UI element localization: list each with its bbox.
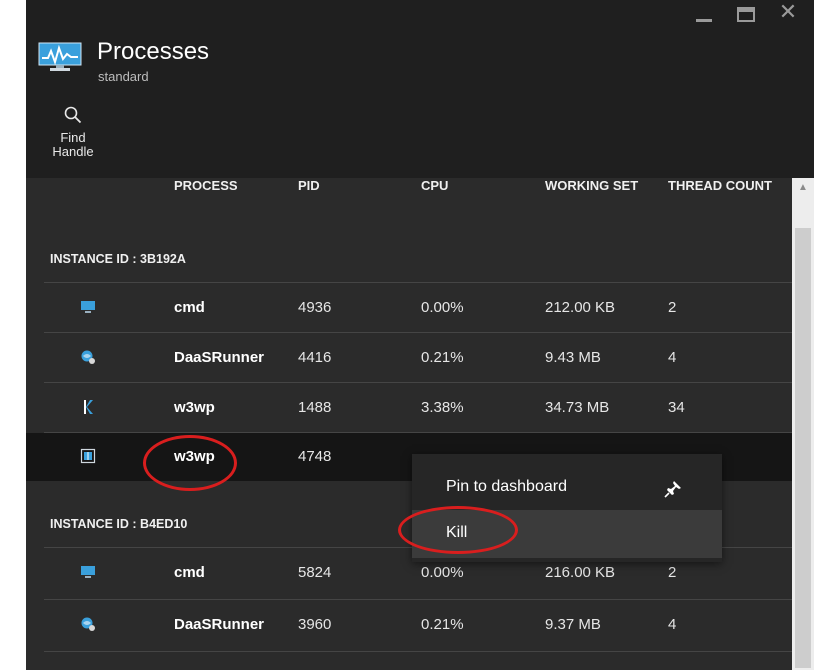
row-divider xyxy=(44,651,792,652)
blade-title: Processes xyxy=(97,38,210,65)
pid: 3960 xyxy=(298,616,332,633)
find-handle-button[interactable]: Find Handle xyxy=(48,106,98,159)
table-row[interactable]: cmd 4936 0.00% 212.00 KB 2 xyxy=(26,284,792,332)
row-divider xyxy=(44,332,792,333)
find-handle-label-line1: Find xyxy=(60,130,86,145)
working-set: 34.73 MB xyxy=(545,399,610,416)
cpu: 0.00% xyxy=(421,564,464,581)
vertical-scrollbar[interactable]: ▲ xyxy=(792,178,814,670)
scroll-thumb[interactable] xyxy=(795,228,811,668)
process-name: w3wp xyxy=(174,399,215,416)
blade-header: ✕ Processes standard Find Handle xyxy=(26,0,814,178)
w3wp-icon xyxy=(80,448,96,464)
process-name: cmd xyxy=(174,564,205,581)
daas-runner-icon xyxy=(81,617,95,631)
cpu: 0.00% xyxy=(421,299,464,316)
column-header-pid[interactable]: PID xyxy=(298,178,320,198)
working-set: 212.00 KB xyxy=(545,299,616,316)
working-set: 9.43 MB xyxy=(545,349,601,366)
thread-count: 2 xyxy=(668,299,677,316)
column-header-process[interactable]: PROCESS xyxy=(174,178,238,198)
thread-count: 34 xyxy=(668,399,685,416)
menu-item-pin-to-dashboard[interactable]: Pin to dashboard xyxy=(412,464,722,512)
pid: 4748 xyxy=(298,448,332,465)
maximize-icon[interactable] xyxy=(736,4,756,24)
column-header-cpu[interactable]: CPU xyxy=(421,178,448,198)
group-header-instance-2: INSTANCE ID : B4ED10 xyxy=(50,517,188,531)
annotation-ellipse xyxy=(143,435,237,491)
search-icon xyxy=(64,106,82,124)
group-header-instance-1: INSTANCE ID : 3B192A xyxy=(50,252,186,266)
table-row[interactable]: DaaSRunner 4416 0.21% 9.43 MB 4 xyxy=(26,334,792,382)
cpu: 0.21% xyxy=(421,616,464,633)
monitor-chart-icon xyxy=(38,42,82,77)
process-name: DaaSRunner xyxy=(174,616,265,633)
pid: 1488 xyxy=(298,399,332,416)
process-name: cmd xyxy=(174,299,205,316)
blade-subtitle: standard xyxy=(98,69,149,84)
daas-runner-icon xyxy=(81,350,95,364)
pin-icon xyxy=(664,481,681,498)
row-divider xyxy=(44,282,792,283)
pid: 4936 xyxy=(298,299,332,316)
close-icon[interactable]: ✕ xyxy=(778,2,798,24)
thread-count: 4 xyxy=(668,616,677,633)
kudu-icon xyxy=(84,400,93,414)
thread-count: 2 xyxy=(668,564,677,581)
pid: 5824 xyxy=(298,564,332,581)
cpu: 0.21% xyxy=(421,349,464,366)
find-handle-label-line2: Handle xyxy=(52,144,94,159)
cmd-icon xyxy=(81,301,95,313)
cpu: 3.38% xyxy=(421,399,464,416)
working-set: 216.00 KB xyxy=(545,564,616,581)
process-name: DaaSRunner xyxy=(174,349,265,366)
menu-item-label: Pin to dashboard xyxy=(446,478,567,495)
process-grid: PROCESS PID CPU WORKING SET THREAD COUNT… xyxy=(26,178,792,670)
working-set: 9.37 MB xyxy=(545,616,601,633)
table-row[interactable]: w3wp 1488 3.38% 34.73 MB 34 xyxy=(26,384,792,432)
row-divider xyxy=(44,599,792,600)
processes-blade: ✕ Processes standard Find Handle PROCESS… xyxy=(26,0,814,670)
minimize-icon[interactable] xyxy=(694,4,714,24)
scroll-up-arrow-icon[interactable]: ▲ xyxy=(792,178,814,198)
column-header-working-set[interactable]: WORKING SET xyxy=(545,178,638,198)
pid: 4416 xyxy=(298,349,332,366)
row-divider xyxy=(44,382,792,383)
table-row[interactable]: DaaSRunner 3960 0.21% 9.37 MB 4 xyxy=(26,601,792,649)
window-controls: ✕ xyxy=(694,2,798,24)
cmd-icon xyxy=(81,566,95,578)
thread-count: 4 xyxy=(668,349,677,366)
annotation-ellipse xyxy=(398,506,518,554)
column-header-thread-count[interactable]: THREAD COUNT xyxy=(668,178,772,198)
